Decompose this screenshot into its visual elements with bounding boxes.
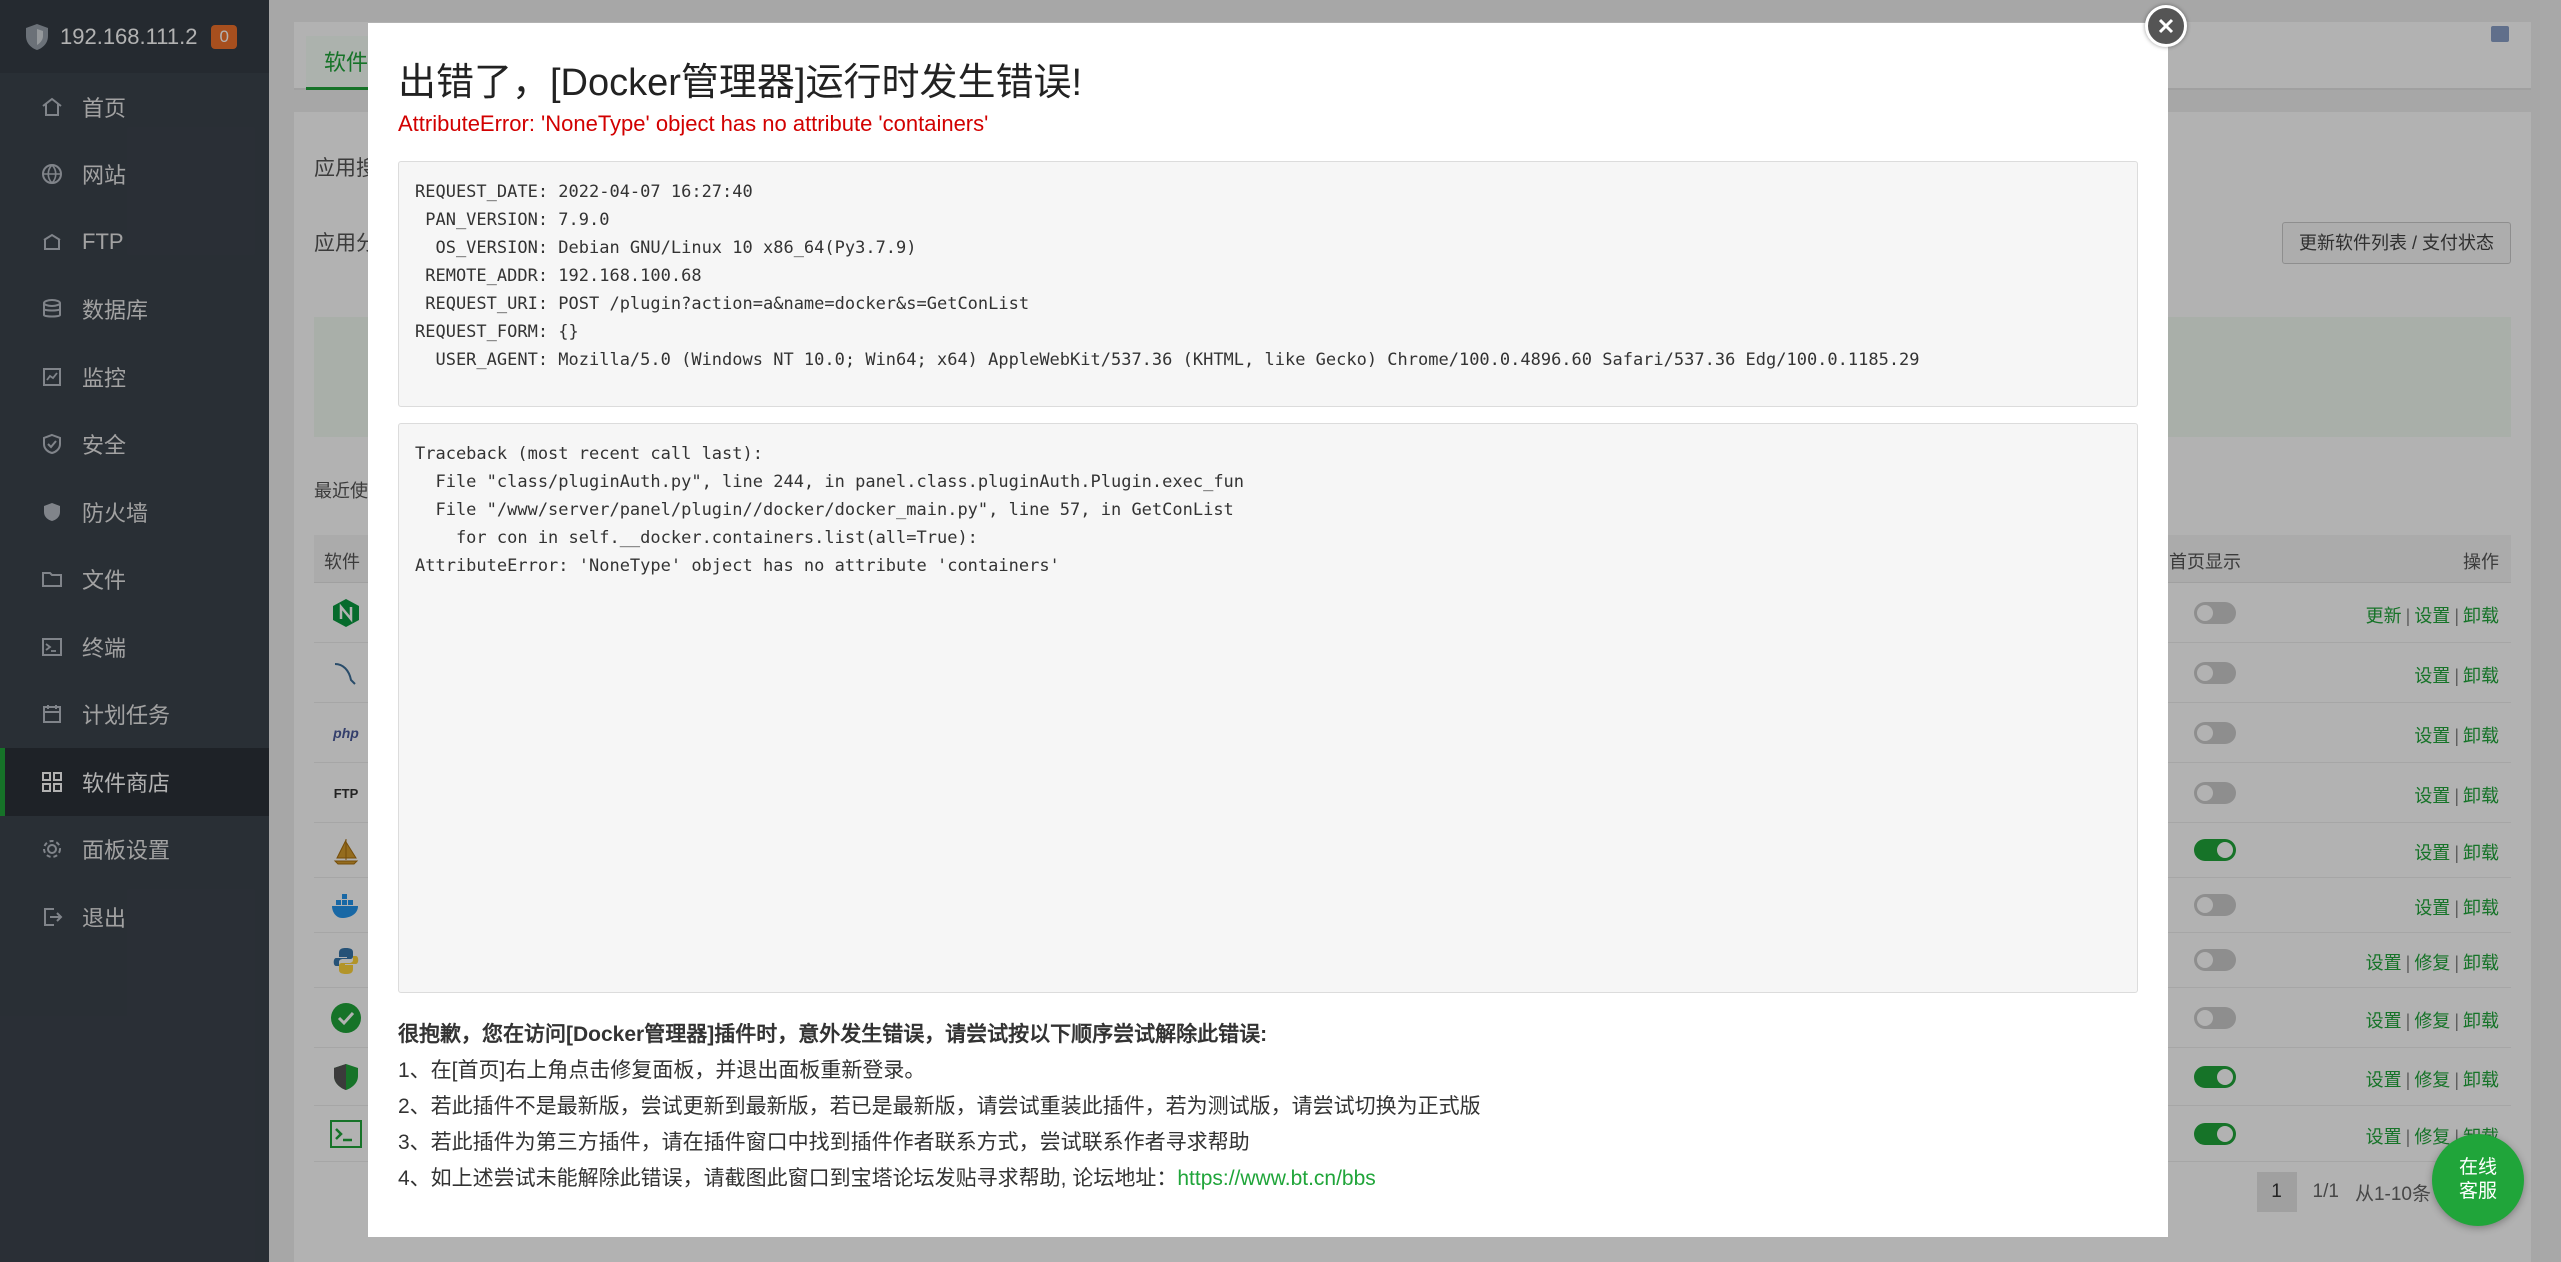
forum-link[interactable]: https://www.bt.cn/bbs xyxy=(1177,1167,1375,1190)
close-dialog-button[interactable] xyxy=(2145,5,2187,47)
online-service-button[interactable]: 在线 客服 xyxy=(2432,1134,2524,1226)
service-line-2: 客服 xyxy=(2458,1181,2497,1202)
help-step-1: 1、在[首页]右上角点击修复面板，并退出面板重新登录。 xyxy=(398,1059,926,1082)
help-step-2: 2、若此插件不是最新版，尝试更新到最新版，若已是最新版，请尝试重装此插件，若为测… xyxy=(398,1095,1481,1118)
help-heading: 很抱歉，您在访问[Docker管理器]插件时，意外发生错误，请尝试按以下顺序尝试… xyxy=(398,1023,1268,1046)
dialog-title: 出错了，[Docker管理器]运行时发生错误! xyxy=(398,62,1083,104)
error-dialog: 出错了，[Docker管理器]运行时发生错误! AttributeError: … xyxy=(368,23,2168,1237)
help-instructions: 很抱歉，您在访问[Docker管理器]插件时，意外发生错误，请尝试按以下顺序尝试… xyxy=(398,1017,1481,1197)
error-message: AttributeError: 'NoneType' object has no… xyxy=(398,111,989,136)
traceback-box: Traceback (most recent call last): File … xyxy=(398,423,2138,993)
close-icon xyxy=(2158,18,2174,34)
help-step-4-text: 4、如上述尝试未能解除此错误，请截图此窗口到宝塔论坛发贴寻求帮助, 论坛地址： xyxy=(398,1167,1178,1190)
service-line-1: 在线 xyxy=(2458,1157,2497,1178)
request-info-box: REQUEST_DATE: 2022-04-07 16:27:40 PAN_VE… xyxy=(398,161,2138,407)
help-step-4: 4、如上述尝试未能解除此错误，请截图此窗口到宝塔论坛发贴寻求帮助, 论坛地址：h… xyxy=(398,1161,1481,1197)
help-step-3: 3、若此插件为第三方插件，请在插件窗口中找到插件作者联系方式，尝试联系作者寻求帮… xyxy=(398,1131,1250,1154)
